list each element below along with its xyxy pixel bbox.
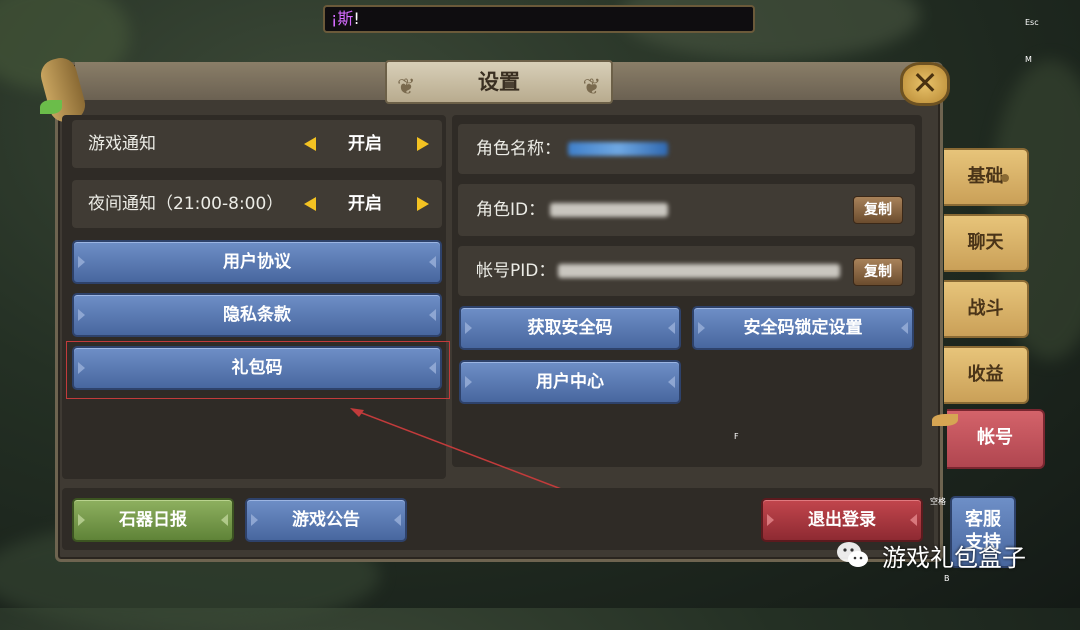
role-name-value (568, 142, 668, 156)
tab-basic-label: 基础 (967, 166, 1004, 187)
copy-pid-button[interactable]: 复制 (853, 258, 903, 286)
night-notification-value: 开启 (348, 194, 382, 214)
chat-bar[interactable]: ¡斯! (323, 5, 755, 33)
account-pid-value (558, 264, 840, 278)
chat-channel: ¡斯 (331, 9, 354, 28)
tab-account-label: 帐号 (977, 427, 1013, 448)
daily-report-button[interactable]: 石器日报 (72, 498, 234, 542)
get-security-code-button[interactable]: 获取安全码 (459, 306, 681, 350)
role-name-label: 角色名称： (476, 139, 561, 159)
watermark-text: 游戏礼包盒子 (882, 544, 1026, 572)
tab-battle[interactable]: 战斗 (944, 280, 1029, 338)
m-key-hint: M (1025, 55, 1032, 64)
support-line-1: 客服 (965, 509, 1001, 530)
game-notification-label: 游戏通知 (88, 134, 156, 154)
f-key-hint: F (734, 432, 739, 441)
logout-button[interactable]: 退出登录 (761, 498, 923, 542)
panel-title: ❦ 设置 ❦ (385, 60, 613, 104)
chat-suffix: ! (353, 9, 360, 28)
close-icon: ✕ (911, 64, 939, 102)
wechat-icon (837, 542, 868, 567)
tab-income[interactable]: 收益 (944, 346, 1029, 404)
role-id-value (550, 203, 668, 217)
tab-chat-label: 聊天 (967, 232, 1004, 253)
user-center-button[interactable]: 用户中心 (459, 360, 681, 404)
leaf-ornament-icon (40, 100, 62, 114)
gift-code-highlight (66, 341, 450, 399)
space-key-hint: 空格 (930, 497, 946, 506)
privacy-policy-button[interactable]: 隐私条款 (72, 293, 442, 337)
title-text: 设置 (478, 70, 520, 94)
account-pid-row: 帐号PID： 复制 (458, 246, 915, 296)
tab-ornament-icon (932, 414, 958, 426)
security-code-lock-button[interactable]: 安全码锁定设置 (692, 306, 914, 350)
game-notification-row: 游戏通知 开启 (72, 120, 442, 168)
b-key-hint: B (944, 574, 950, 583)
toggle-next-arrow-icon[interactable] (417, 137, 429, 151)
role-id-row: 角色ID： 复制 (458, 184, 915, 236)
role-name-row: 角色名称： (458, 124, 915, 174)
copy-role-id-button[interactable]: 复制 (853, 196, 903, 224)
toggle-prev-arrow-icon[interactable] (304, 137, 316, 151)
role-id-label: 角色ID： (476, 200, 546, 220)
tab-chat[interactable]: 聊天 (944, 214, 1029, 272)
toggle-prev-arrow-icon[interactable] (304, 197, 316, 211)
tab-knob-icon (1001, 174, 1009, 182)
close-button[interactable]: ✕ (900, 62, 950, 106)
night-notification-label: 夜间通知（21:00-8:00） (88, 194, 284, 214)
user-agreement-button[interactable]: 用户协议 (72, 240, 442, 284)
tab-income-label: 收益 (967, 364, 1004, 385)
swirl-left-icon: ❦ (397, 75, 416, 100)
account-pid-label: 帐号PID： (476, 261, 556, 281)
tab-basic[interactable]: 基础 (944, 148, 1029, 206)
esc-key-hint: Esc (1025, 18, 1039, 27)
tab-account[interactable]: 帐号 (947, 409, 1045, 469)
game-notification-value: 开启 (348, 134, 382, 154)
swirl-right-icon: ❦ (582, 75, 601, 100)
game-announcement-button[interactable]: 游戏公告 (245, 498, 407, 542)
tab-battle-label: 战斗 (967, 298, 1004, 319)
toggle-next-arrow-icon[interactable] (417, 197, 429, 211)
night-notification-row: 夜间通知（21:00-8:00） 开启 (72, 180, 442, 228)
